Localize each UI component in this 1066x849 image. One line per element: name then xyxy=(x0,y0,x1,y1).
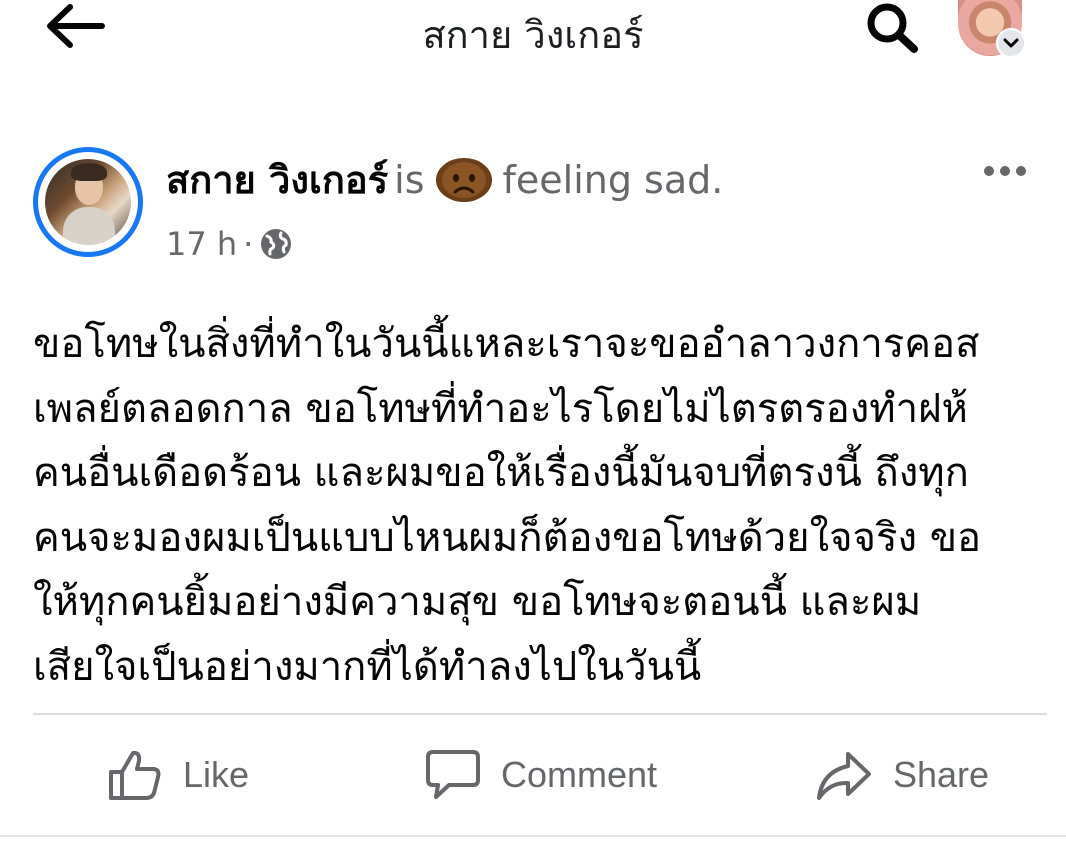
post-header: สกาย วิงเกอร์ is feeling sad. 17 h · xyxy=(0,140,1066,270)
post-header-line: สกาย วิงเกอร์ is feeling sad. xyxy=(166,154,723,206)
thumbs-up-icon xyxy=(109,750,161,800)
post-text-line: คนจะมองผมเป็นแบบไหนผมก็ต้องขอโทษด้วยใจจร… xyxy=(33,514,982,561)
like-label: Like xyxy=(183,754,250,795)
post-text-line: ขอโทษในสิ่งที่ทำในวันนี้แหละเราจะขออำลาว… xyxy=(33,321,980,367)
post-text-line: เพลย์ตลอดกาล ขอโทษที่ทำอะไรโดยไม่ไตรตรอง… xyxy=(33,385,968,432)
search-icon xyxy=(867,3,918,53)
author-avatar-image xyxy=(45,159,131,245)
comment-button[interactable]: Comment xyxy=(425,740,657,810)
more-options-icon xyxy=(984,166,1026,176)
is-label: is xyxy=(394,158,425,202)
share-arrow-icon xyxy=(817,752,871,800)
profile-menu-button[interactable] xyxy=(954,0,1030,62)
post-text: ขอโทษในสิ่งที่ทำในวันนี้แหละเราจะขออำลาว… xyxy=(33,312,1043,699)
comment-bubble-icon xyxy=(426,750,480,799)
author-name[interactable]: สกาย วิงเกอร์ xyxy=(166,158,388,202)
post-time[interactable]: 17 h xyxy=(166,225,237,263)
feeling-text: feeling sad. xyxy=(502,158,724,202)
chevron-down-icon xyxy=(1003,38,1019,48)
post-meta: 17 h · xyxy=(166,224,293,264)
meta-separator: · xyxy=(243,225,254,263)
comment-label: Comment xyxy=(501,754,658,795)
top-bar: สกาย วิงเกอร์ xyxy=(0,0,1066,62)
post-text-line: ให้ทุกคนยิ้มอย่างมีความสุข ขอโทษจะตอนนี้… xyxy=(33,579,922,625)
sad-face-emoji xyxy=(435,158,492,202)
profile-chevron xyxy=(996,28,1026,58)
like-button[interactable]: Like xyxy=(107,740,249,810)
search-button[interactable] xyxy=(862,0,924,54)
globe-icon[interactable] xyxy=(259,227,293,261)
more-options-button[interactable] xyxy=(980,156,1030,186)
bottom-divider xyxy=(0,835,1066,837)
author-avatar[interactable] xyxy=(33,147,143,257)
share-button[interactable]: Share xyxy=(815,740,989,810)
share-label: Share xyxy=(893,754,990,795)
post-text-line: เสียใจเป็นอย่างมากที่ได้ทำลงไปในวันนี้ xyxy=(33,643,702,690)
post-text-line: คนอื่นเดือดร้อน และผมขอให้เรื่องนี้มันจบ… xyxy=(33,450,969,496)
divider xyxy=(33,713,1047,715)
